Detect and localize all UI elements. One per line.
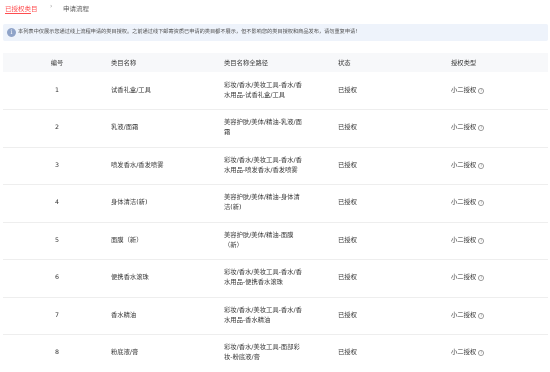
cell-number: 8 — [54, 349, 59, 357]
category-path-text: 美容护肤/美体/精油-乳液/面霜 — [224, 119, 302, 137]
category-path-text: 彩妆/香水/美妆工具-香水/香水用品-香水精油 — [224, 306, 302, 324]
category-path-text: 彩妆/香水/美妆工具-面部彩妆-粉底液/膏 — [224, 344, 300, 362]
cell-status: 已授权 — [338, 161, 357, 169]
question-circle-icon[interactable]: ? — [478, 312, 485, 319]
category-path-text: 彩妆/香水/美妆工具-香水/香水用品-试香礼盒/工具 — [224, 81, 302, 99]
cell-status: 已授权 — [338, 349, 357, 357]
tab-application-process[interactable]: 申请流程 — [63, 3, 89, 13]
table-row: 4 身体清洁(新) 美容护肤/美体/精油-身体清洁(新) 已授权 小二授权? — [3, 185, 548, 223]
table-row: 3 喷发香水/香发喷雾 彩妆/香水/美妆工具-香水/香水用品-喷发香水/香发喷雾 已授… — [3, 147, 548, 185]
cell-number: 3 — [54, 161, 59, 169]
cell-authorization-type: 小二授权? — [451, 297, 548, 335]
cell-category-name: 香水精油 — [111, 311, 137, 319]
question-circle-icon[interactable]: ? — [478, 275, 485, 282]
tab-bar: 已授权类目 › 申请流程 — [0, 0, 550, 16]
authorization-type-text: 小二授权 — [451, 199, 477, 207]
authorization-type-text: 小二授权 — [451, 161, 477, 169]
question-circle-icon[interactable]: ? — [478, 237, 485, 244]
authorization-type-text: 小二授权 — [451, 124, 477, 132]
cell-authorization-type: 小二授权? — [451, 110, 548, 148]
authorization-type-text: 小二授权 — [451, 86, 477, 94]
cell-category-path: 彩妆/香水/美妆工具-香水/香水用品-便携香水滚珠 — [224, 260, 338, 298]
question-circle-icon[interactable]: ? — [478, 350, 485, 357]
chevron-right-icon: › — [50, 3, 53, 10]
cell-authorization-type: 小二授权? — [451, 222, 548, 260]
category-path-text: 美容护肤/美体/精油-面膜（新） — [224, 231, 294, 249]
authorization-type-text: 小二授权 — [451, 236, 477, 244]
category-path-text: 彩妆/香水/美妆工具-香水/香水用品-喷发香水/香发喷雾 — [224, 156, 302, 174]
cell-authorization-type: 小二授权? — [451, 260, 548, 298]
cell-number: 2 — [54, 124, 59, 132]
table-row: 6 便携香水滚珠 彩妆/香水/美妆工具-香水/香水用品-便携香水滚珠 已授权 小二授权? — [3, 260, 548, 298]
category-path-text: 彩妆/香水/美妆工具-香水/香水用品-便携香水滚珠 — [224, 269, 302, 287]
header-category-name: 类目名称 — [111, 60, 137, 67]
cell-category-path: 彩妆/香水/美妆工具-香水/香水用品-试香礼盒/工具 — [224, 72, 338, 110]
question-circle-icon[interactable]: ? — [478, 125, 485, 132]
cell-authorization-type: 小二授权? — [451, 147, 548, 185]
table-row: 1 试香礼盒/工具 彩妆/香水/美妆工具-香水/香水用品-试香礼盒/工具 已授权 小二授… — [3, 72, 548, 110]
table-row: 8 粉底液/膏 彩妆/香水/美妆工具-面部彩妆-粉底液/膏 已授权 小二授权? — [3, 335, 548, 372]
question-circle-icon[interactable]: ? — [478, 162, 485, 169]
info-notice-banner: i 本列表中仅展示您通过线上流程申请的类目授权。之前通过线下邮寄资质已申请的类目… — [3, 24, 548, 41]
cell-category-name: 面膜（新） — [111, 236, 143, 244]
table-row: 7 香水精油 彩妆/香水/美妆工具-香水/香水用品-香水精油 已授权 小二授权? — [3, 297, 548, 335]
cell-category-path: 美容护肤/美体/精油-面膜（新） — [224, 222, 338, 260]
cell-category-name: 喷发香水/香发喷雾 — [111, 161, 164, 169]
cell-category-name: 身体清洁(新) — [111, 199, 148, 207]
cell-category-path: 彩妆/香水/美妆工具-香水/香水用品-香水精油 — [224, 297, 338, 335]
cell-status: 已授权 — [338, 311, 357, 319]
cell-authorization-type: 小二授权? — [451, 72, 548, 110]
tab-authorized-categories[interactable]: 已授权类目 — [5, 3, 38, 13]
category-path-text: 美容护肤/美体/精油-身体清洁(新) — [224, 194, 300, 212]
cell-category-name: 试香礼盒/工具 — [111, 86, 151, 94]
cell-number: 5 — [54, 236, 59, 244]
cell-category-path: 美容护肤/美体/精油-乳液/面霜 — [224, 110, 338, 148]
cell-number: 7 — [54, 311, 59, 319]
cell-authorization-type: 小二授权? — [451, 335, 548, 372]
table-row: 5 面膜（新） 美容护肤/美体/精油-面膜（新） 已授权 小二授权? — [3, 222, 548, 260]
category-table: 编号 类目名称 类目名称全路径 状态 授权类型 1 试香礼盒/工具 彩妆/香水/美妆… — [3, 53, 548, 372]
table-row: 2 乳液/面霜 美容护肤/美体/精油-乳液/面霜 已授权 小二授权? — [3, 110, 548, 148]
header-number: 编号 — [50, 60, 64, 67]
authorization-type-text: 小二授权 — [451, 311, 477, 319]
info-icon: i — [7, 28, 16, 37]
authorization-type-text: 小二授权 — [451, 349, 477, 357]
cell-category-name: 乳液/面霜 — [111, 124, 139, 132]
cell-category-path: 彩妆/香水/美妆工具-面部彩妆-粉底液/膏 — [224, 335, 338, 372]
cell-category-path: 彩妆/香水/美妆工具-香水/香水用品-喷发香水/香发喷雾 — [224, 147, 338, 185]
cell-category-path: 美容护肤/美体/精油-身体清洁(新) — [224, 185, 338, 223]
notice-text: 本列表中仅展示您通过线上流程申请的类目授权。之前通过线下邮寄资质已申请的类目都不… — [18, 29, 358, 35]
active-tab-indicator — [5, 13, 31, 14]
cell-number: 6 — [54, 274, 59, 282]
question-circle-icon[interactable]: ? — [478, 200, 485, 207]
authorization-type-text: 小二授权 — [451, 274, 477, 282]
cell-category-name: 便携香水滚珠 — [111, 274, 149, 282]
cell-category-name: 粉底液/膏 — [111, 349, 139, 357]
cell-authorization-type: 小二授权? — [451, 185, 548, 223]
cell-status: 已授权 — [338, 274, 357, 282]
cell-status: 已授权 — [338, 124, 357, 132]
cell-status: 已授权 — [338, 236, 357, 244]
header-status: 状态 — [338, 60, 351, 67]
header-authorization-type: 授权类型 — [451, 60, 477, 67]
table-body: 1 试香礼盒/工具 彩妆/香水/美妆工具-香水/香水用品-试香礼盒/工具 已授权 小二授… — [3, 72, 548, 372]
cell-number: 1 — [54, 86, 59, 94]
header-category-path: 类目名称全路径 — [224, 60, 269, 67]
question-circle-icon[interactable]: ? — [478, 87, 485, 94]
table-header: 编号 类目名称 类目名称全路径 状态 授权类型 — [3, 53, 548, 72]
cell-number: 4 — [54, 199, 59, 207]
cell-status: 已授权 — [338, 199, 357, 207]
cell-status: 已授权 — [338, 86, 357, 94]
